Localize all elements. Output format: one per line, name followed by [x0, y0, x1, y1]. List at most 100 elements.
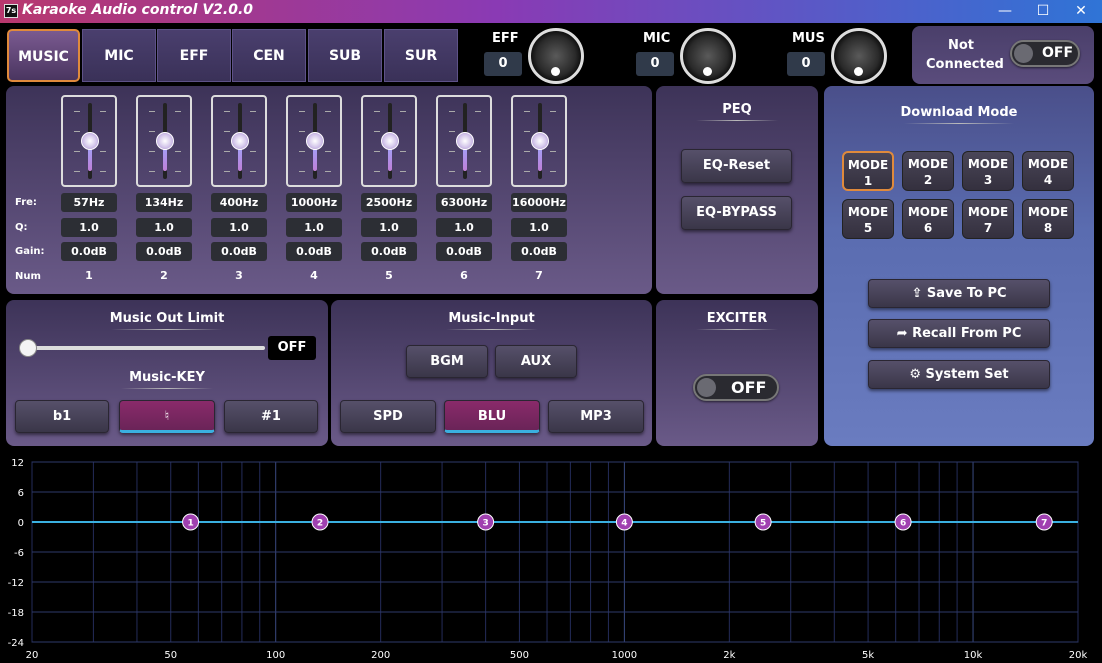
- band-6-fader[interactable]: [436, 95, 492, 187]
- fader-thumb[interactable]: [81, 132, 99, 150]
- band-3-frequency[interactable]: 400Hz: [211, 193, 267, 212]
- knob-indicator: [703, 67, 712, 76]
- mode-label: MODE: [967, 157, 1009, 171]
- out-limit-title: Music Out Limit: [109, 311, 225, 326]
- fader-tick: [550, 171, 556, 172]
- band-4-gain[interactable]: 0.0dB: [286, 242, 342, 261]
- minimize-icon[interactable]: —: [986, 0, 1024, 23]
- input-blu-button[interactable]: BLU: [444, 400, 540, 433]
- fader-tick: [449, 171, 455, 172]
- tab-sub[interactable]: SUB: [308, 29, 382, 82]
- out-limit-slider[interactable]: [20, 346, 265, 350]
- mode-3-button[interactable]: MODE 3: [962, 151, 1014, 191]
- band-4-fader[interactable]: [286, 95, 342, 187]
- fader-thumb[interactable]: [156, 132, 174, 150]
- band-1-fader[interactable]: [61, 95, 117, 187]
- y-tick-label: -12: [8, 578, 24, 589]
- fader-thumb[interactable]: [456, 132, 474, 150]
- band-6-frequency[interactable]: 6300Hz: [436, 193, 492, 212]
- band-7-frequency[interactable]: 16000Hz: [511, 193, 567, 212]
- exciter-panel: EXCITER OFF: [656, 300, 818, 446]
- mus-volume-knob[interactable]: [831, 28, 887, 84]
- band-1-q[interactable]: 1.0: [61, 218, 117, 237]
- sign-out-icon: ➦: [896, 326, 908, 341]
- fader-thumb[interactable]: [531, 132, 549, 150]
- music-input-underline: [446, 329, 538, 330]
- band-7-gain[interactable]: 0.0dB: [511, 242, 567, 261]
- mic-volume-value[interactable]: 0: [636, 52, 674, 76]
- input-mp3-button[interactable]: MP3: [548, 400, 644, 433]
- key-natural-button[interactable]: ♮: [119, 400, 215, 433]
- mus-volume-value[interactable]: 0: [787, 52, 825, 76]
- mode-8-button[interactable]: MODE 8: [1022, 199, 1074, 239]
- save-to-pc-button[interactable]: ⇪ Save To PC: [868, 279, 1050, 308]
- fader-tick: [74, 171, 80, 172]
- band-6-q[interactable]: 1.0: [436, 218, 492, 237]
- input-bgm-button[interactable]: BGM: [406, 345, 488, 378]
- fader-thumb[interactable]: [231, 132, 249, 150]
- eq-bypass-button[interactable]: EQ-BYPASS: [681, 196, 792, 230]
- recall-from-pc-button[interactable]: ➦ Recall From PC: [868, 319, 1050, 348]
- close-icon[interactable]: ✕: [1062, 0, 1100, 23]
- mode-1-button[interactable]: MODE 1: [842, 151, 894, 191]
- band-6-gain[interactable]: 0.0dB: [436, 242, 492, 261]
- mode-number: 4: [1043, 173, 1053, 187]
- out-limit-slider-thumb[interactable]: [19, 339, 37, 357]
- input-spd-button[interactable]: SPD: [340, 400, 436, 433]
- eq-reset-button[interactable]: EQ-Reset: [681, 149, 792, 183]
- eff-volume-value[interactable]: 0: [484, 52, 522, 76]
- band-2-frequency[interactable]: 134Hz: [136, 193, 192, 212]
- band-1-gain[interactable]: 0.0dB: [61, 242, 117, 261]
- band-4-frequency[interactable]: 1000Hz: [286, 193, 342, 212]
- band-3-gain[interactable]: 0.0dB: [211, 242, 267, 261]
- mode-7-button[interactable]: MODE 7: [962, 199, 1014, 239]
- band-5-gain[interactable]: 0.0dB: [361, 242, 417, 261]
- band-7-number: 7: [535, 269, 543, 282]
- out-limit-toggle[interactable]: OFF: [268, 336, 316, 360]
- maximize-icon[interactable]: ☐: [1024, 0, 1062, 23]
- fader-tick: [475, 151, 481, 152]
- band-3-fader[interactable]: [211, 95, 267, 187]
- key-flat-button[interactable]: b1: [15, 400, 109, 433]
- mode-2-button[interactable]: MODE 2: [902, 151, 954, 191]
- mode-5-button[interactable]: MODE 5: [842, 199, 894, 239]
- tab-cen[interactable]: CEN: [232, 29, 306, 82]
- band-1-frequency[interactable]: 57Hz: [61, 193, 117, 212]
- band-2-gain[interactable]: 0.0dB: [136, 242, 192, 261]
- tab-music[interactable]: MUSIC: [7, 29, 80, 82]
- connection-toggle[interactable]: OFF: [1010, 40, 1080, 67]
- tab-sur[interactable]: SUR: [384, 29, 458, 82]
- eq-response-graph[interactable]: 12 6 0 -6 -12 -18 -24 20 50 100 200 500 1000 2k 5k 10k 2…: [0, 450, 1102, 661]
- connection-status-line1: Not: [947, 38, 975, 53]
- x-tick-label: 100: [266, 650, 285, 659]
- band-7-fader[interactable]: [511, 95, 567, 187]
- exciter-toggle[interactable]: OFF: [693, 374, 779, 401]
- out-limit-underline: [111, 329, 223, 330]
- band-3-number: 3: [235, 269, 243, 282]
- save-to-pc-label: Save To PC: [926, 286, 1007, 301]
- input-aux-button[interactable]: AUX: [495, 345, 577, 378]
- band-2-q[interactable]: 1.0: [136, 218, 192, 237]
- band-5-q[interactable]: 1.0: [361, 218, 417, 237]
- fader-tick: [449, 131, 455, 132]
- band-5-frequency[interactable]: 2500Hz: [361, 193, 417, 212]
- fader-thumb[interactable]: [306, 132, 324, 150]
- mode-4-button[interactable]: MODE 4: [1022, 151, 1074, 191]
- connection-status: Not Connected: [926, 36, 1004, 74]
- band-2-fader[interactable]: [136, 95, 192, 187]
- band-5-fader[interactable]: [361, 95, 417, 187]
- band-7-q[interactable]: 1.0: [511, 218, 567, 237]
- tab-eff[interactable]: EFF: [157, 29, 231, 82]
- mic-volume-knob[interactable]: [680, 28, 736, 84]
- fader-thumb[interactable]: [381, 132, 399, 150]
- eq-graph-canvas[interactable]: 1260-6-12-18-2420 50 100 200 500 1000 2k 5k 10k 2…: [0, 450, 1102, 661]
- system-set-button[interactable]: ⚙ System Set: [868, 360, 1050, 389]
- band-3-q[interactable]: 1.0: [211, 218, 267, 237]
- download-panel: Download Mode MODE 1 MODE 2 MODE 3 MODE …: [824, 86, 1094, 446]
- fader-tick: [149, 151, 155, 152]
- mode-6-button[interactable]: MODE 6: [902, 199, 954, 239]
- tab-mic[interactable]: MIC: [82, 29, 156, 82]
- eff-volume-knob[interactable]: [528, 28, 584, 84]
- key-sharp-button[interactable]: #1: [224, 400, 318, 433]
- band-4-q[interactable]: 1.0: [286, 218, 342, 237]
